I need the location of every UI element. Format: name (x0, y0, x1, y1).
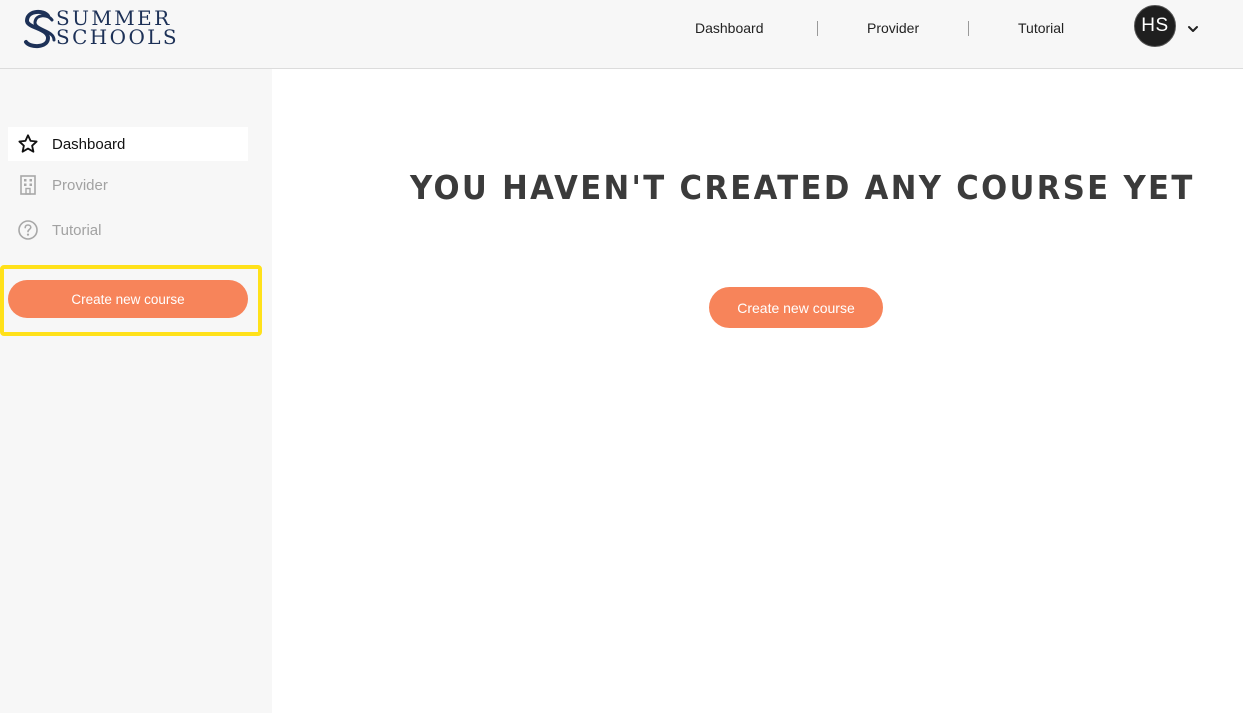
sidebar-item-label: Provider (52, 176, 108, 194)
sidebar-create-course-button[interactable]: Create new course (8, 280, 248, 318)
logo-line-2: SCHOOLS (56, 25, 180, 49)
building-icon (17, 174, 39, 196)
sidebar-item-provider[interactable]: Provider (8, 168, 248, 202)
help-circle-icon (17, 219, 39, 241)
sidebar (0, 69, 272, 713)
summer-schools-logo[interactable]: SUMMER SCHOOLS (22, 8, 182, 50)
topnav-dashboard-link[interactable]: Dashboard (695, 20, 764, 36)
star-icon (17, 133, 39, 155)
user-avatar[interactable]: HS (1134, 5, 1176, 47)
sidebar-item-label: Tutorial (52, 221, 102, 239)
topnav-tutorial-link[interactable]: Tutorial (1018, 20, 1064, 36)
topnav-provider-link[interactable]: Provider (867, 20, 919, 36)
topnav-separator (817, 21, 818, 36)
logo-mark-icon (24, 9, 56, 49)
sidebar-item-tutorial[interactable]: Tutorial (8, 213, 248, 247)
sidebar-item-dashboard[interactable]: Dashboard (8, 127, 248, 161)
sidebar-item-label: Dashboard (52, 135, 126, 153)
create-course-button[interactable]: Create new course (709, 287, 883, 328)
logo-wordmark: SUMMER SCHOOLS (56, 8, 180, 49)
chevron-down-icon[interactable] (1186, 22, 1200, 36)
topnav-separator (968, 21, 969, 36)
empty-state-title: YOU HAVEN'T CREATED ANY COURSE YET (410, 168, 1195, 207)
top-header: SUMMER SCHOOLS Dashboard Provider Tutori… (0, 0, 1243, 69)
